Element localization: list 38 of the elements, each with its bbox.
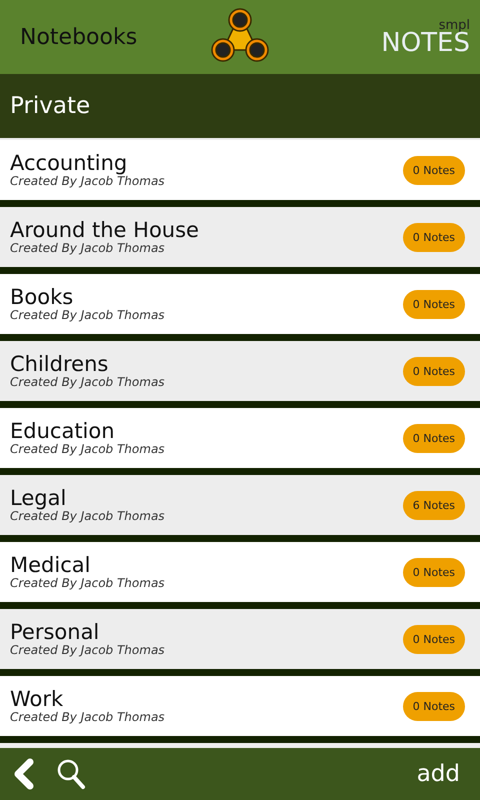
notebook-name: Personal xyxy=(10,622,100,643)
notebook-author: Created By Jacob Thomas xyxy=(10,577,166,589)
notebook-author: Created By Jacob Thomas xyxy=(10,242,166,254)
notebook-author: Created By Jacob Thomas xyxy=(10,175,166,187)
search-icon[interactable] xyxy=(56,758,86,790)
note-count: 0 Notes xyxy=(402,424,465,452)
note-count: 6 Notes xyxy=(402,490,465,520)
notebook-author: Created By Jacob Thomas xyxy=(10,443,166,455)
note-count: 0 Notes xyxy=(402,156,465,184)
notebook-name: Work xyxy=(10,689,64,710)
brand-name: NOTES xyxy=(381,30,470,56)
note-count: 0 Notes xyxy=(402,692,465,720)
notebook-name: Accounting xyxy=(10,153,128,174)
notebook-author: Created By Jacob Thomas xyxy=(10,376,166,388)
back-icon[interactable] xyxy=(12,758,34,790)
brand-small-text: smpl xyxy=(438,18,470,32)
notebook-author: Created By Jacob Thomas xyxy=(10,510,166,522)
note-count: 0 Notes xyxy=(402,558,465,586)
note-count: 0 Notes xyxy=(402,624,465,654)
notebook-name: Books xyxy=(10,287,74,308)
notebook-row[interactable]: Legal Created By Jacob Thomas 6 Notes xyxy=(0,475,480,542)
page-title: Notebooks xyxy=(20,24,138,50)
notebook-name: Education xyxy=(10,421,116,442)
notebook-name: Childrens xyxy=(10,354,110,375)
notebook-row[interactable]: Personal Created By Jacob Thomas 0 Notes xyxy=(0,609,480,676)
notebook-author: Created By Jacob Thomas xyxy=(10,711,166,723)
notebook-name: Around the House xyxy=(10,220,200,241)
add-button[interactable]: add xyxy=(416,761,460,787)
note-count: 0 Notes xyxy=(402,222,465,252)
notebook-row[interactable]: Around the House Created By Jacob Thomas 0 Notes xyxy=(0,207,480,274)
note-count: 0 Notes xyxy=(402,356,465,386)
notebook-row[interactable]: Childrens Created By Jacob Thomas 0 Notes xyxy=(0,341,480,408)
notebook-name: Medical xyxy=(10,555,92,576)
notebook-author: Created By Jacob Thomas xyxy=(10,644,166,656)
section-title: Private xyxy=(10,93,90,119)
note-count: 0 Notes xyxy=(402,290,465,318)
notebook-name: Legal xyxy=(10,488,68,509)
notebook-author: Created By Jacob Thomas xyxy=(10,309,166,321)
